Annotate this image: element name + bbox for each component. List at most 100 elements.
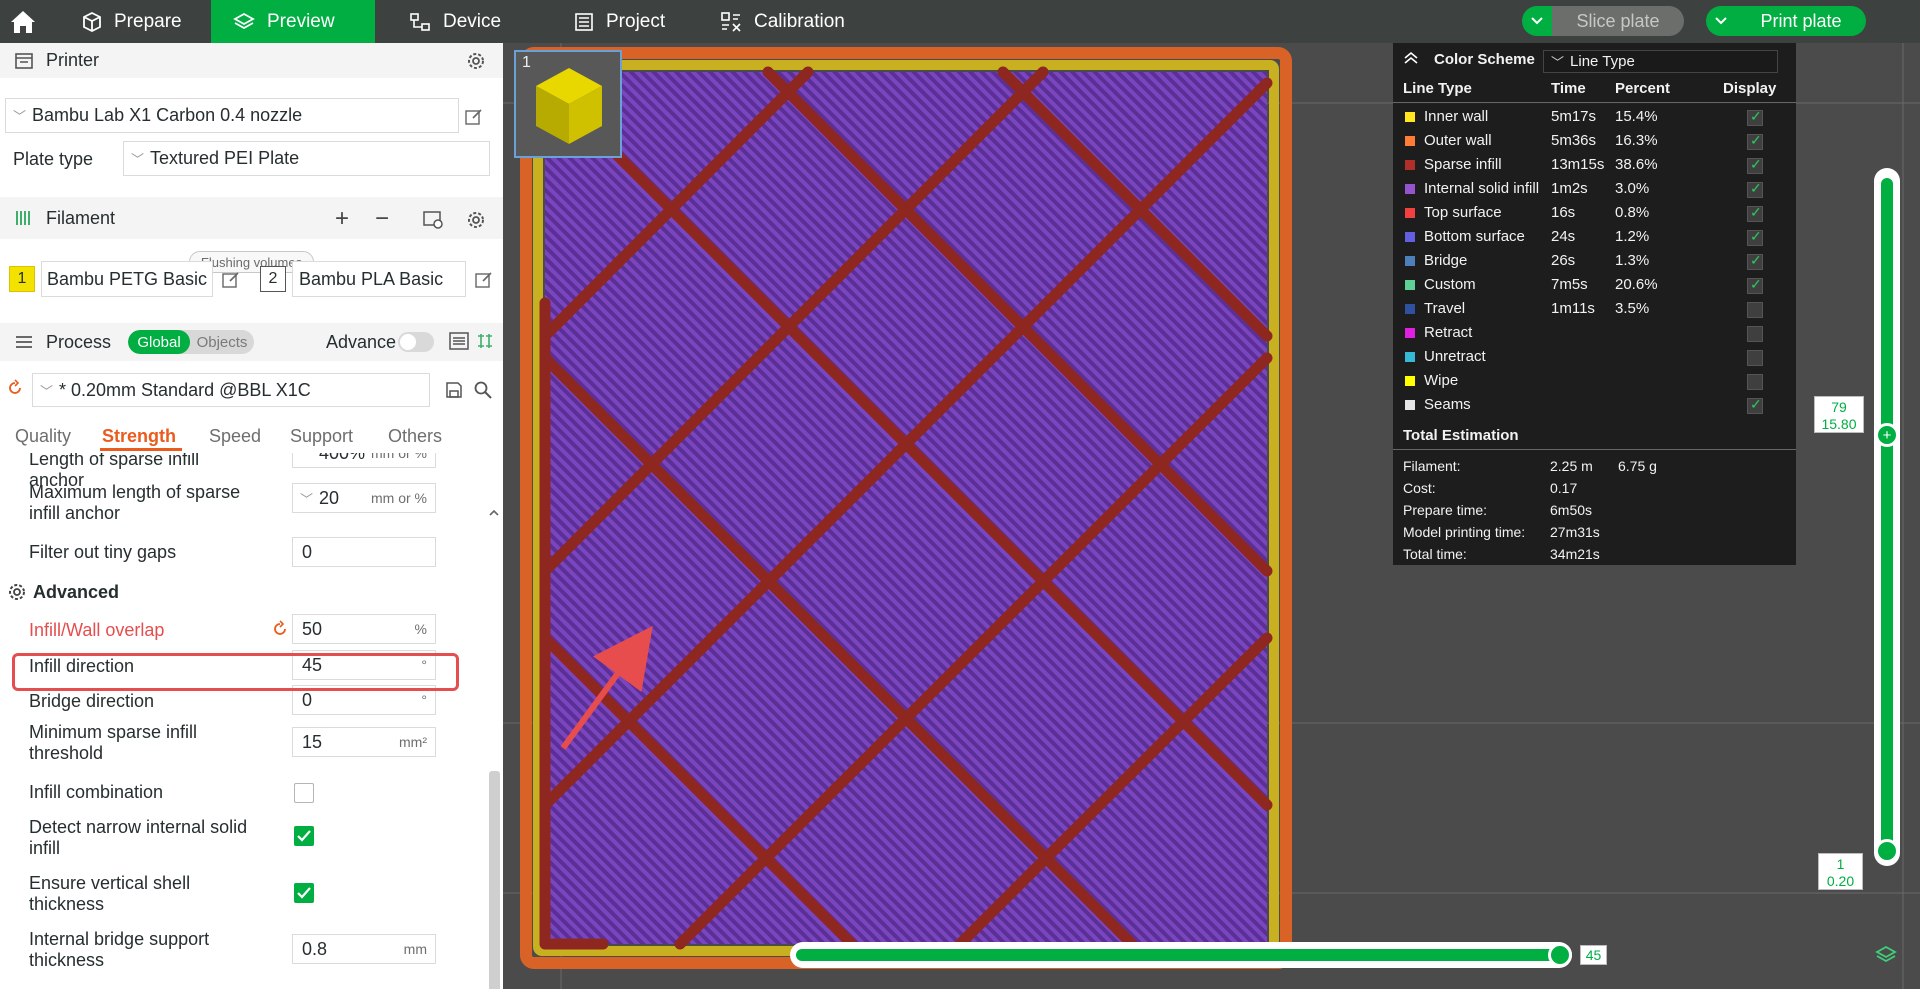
cube-model-icon: [536, 68, 602, 144]
legend-percent: 16.3%: [1615, 132, 1658, 149]
legend-display-checkbox[interactable]: [1747, 350, 1763, 366]
max-anchor-input[interactable]: ﹀ 20 mm or %: [292, 483, 436, 513]
bridge-direction-label: Bridge direction: [29, 691, 155, 711]
legend-display-checkbox[interactable]: [1747, 396, 1763, 414]
filament-1-swatch[interactable]: 1: [9, 266, 35, 292]
infill-wall-overlap-label: Infill/Wall overlap: [29, 620, 165, 640]
reset-overlap-button[interactable]: [270, 619, 290, 639]
tab-speed[interactable]: Speed: [209, 426, 261, 447]
legend-display-checkbox[interactable]: [1747, 204, 1763, 222]
bridge-support-unit: mm: [403, 941, 427, 957]
bridge-direction-value: 0: [302, 689, 313, 710]
legend-swatch: [1405, 328, 1415, 338]
chevron-down-icon: ﹀: [1551, 55, 1565, 70]
plate-thumbnail[interactable]: 1: [514, 50, 622, 158]
bridge-support-input[interactable]: 0.8 mm: [292, 934, 436, 964]
min-sparse-input[interactable]: 15 mm²: [292, 727, 436, 757]
active-tab-indicator: [100, 448, 182, 451]
sparse-anchor-input[interactable]: ﹀ 400% mm or %: [292, 453, 436, 468]
remove-filament-button[interactable]: −: [370, 205, 394, 232]
collapse-legend-button[interactable]: [1402, 49, 1420, 67]
sync-filament-button[interactable]: [421, 208, 445, 232]
legend-display-checkbox[interactable]: [1747, 228, 1763, 246]
move-slider-range: [796, 949, 1560, 961]
tiny-gaps-input[interactable]: 0: [292, 537, 436, 567]
vertical-shell-checkbox[interactable]: [294, 883, 314, 903]
global-option[interactable]: Global: [128, 330, 190, 354]
legend-display-checkbox[interactable]: [1747, 374, 1763, 390]
tab-device[interactable]: Device: [387, 0, 537, 43]
filament-2-swatch[interactable]: 2: [260, 266, 286, 292]
legend-display-checkbox[interactable]: [1747, 132, 1763, 150]
process-preset-select[interactable]: ﹀ * 0.20mm Standard @BBL X1C: [32, 373, 430, 407]
save-preset-button[interactable]: [443, 379, 465, 401]
search-button[interactable]: [472, 379, 494, 401]
printer-settings-button[interactable]: [464, 49, 488, 73]
legend-percent: 1.3%: [1615, 252, 1650, 269]
global-objects-toggle[interactable]: Global Objects: [128, 330, 254, 354]
legend-percent: 38.6%: [1615, 156, 1658, 173]
home-button[interactable]: [0, 0, 45, 43]
infill-combination-checkbox[interactable]: [294, 783, 314, 803]
filament-2-select[interactable]: Bambu PLA Basic: [292, 261, 466, 297]
filament-settings-button[interactable]: [464, 208, 488, 232]
legend-row: Seams: [1393, 393, 1796, 417]
narrow-solid-checkbox[interactable]: [294, 826, 314, 846]
edit-icon: [465, 109, 482, 125]
total-value: 6m50s: [1550, 502, 1593, 518]
filament-1-select[interactable]: Bambu PETG Basic: [41, 261, 213, 297]
plate-type-select[interactable]: ﹀ Textured PEI Plate: [123, 141, 490, 176]
list-view-button[interactable]: [448, 330, 470, 352]
legend-display-checkbox[interactable]: [1747, 108, 1763, 126]
tab-calibration[interactable]: Calibration: [698, 0, 868, 43]
legend-time: 5m17s: [1551, 108, 1597, 125]
legend-display-checkbox[interactable]: [1747, 276, 1763, 294]
layers-toggle-button[interactable]: [1874, 943, 1898, 967]
legend-row: Sparse infill 13m15s 38.6%: [1393, 153, 1796, 177]
bottom-layer-label: 1 0.20: [1818, 853, 1863, 890]
tab-strength[interactable]: Strength: [102, 426, 176, 447]
tab-prepare[interactable]: Prepare: [60, 0, 210, 43]
chevron-up-icon: [1404, 51, 1418, 64]
compare-button[interactable]: [474, 330, 496, 352]
tab-project[interactable]: Project: [552, 0, 702, 43]
edit-filament-1-button[interactable]: [219, 268, 243, 292]
edit-printer-button[interactable]: [462, 105, 486, 129]
tab-quality[interactable]: Quality: [15, 426, 71, 447]
layer-slider-top-handle[interactable]: +: [1875, 423, 1899, 447]
slice-plate-button[interactable]: Slice plate: [1552, 6, 1684, 36]
legend-display-checkbox[interactable]: [1747, 326, 1763, 342]
print-dropdown-button[interactable]: [1706, 6, 1736, 36]
chevron-up-icon: [489, 509, 499, 516]
min-sparse-value: 15: [302, 731, 323, 752]
infill-wall-overlap-input[interactable]: 50 %: [292, 614, 436, 644]
legend-display-checkbox[interactable]: [1747, 156, 1763, 174]
printer-title: Printer: [46, 50, 100, 70]
move-slider-handle[interactable]: [1548, 943, 1572, 967]
print-plate-button[interactable]: Print plate: [1736, 6, 1866, 36]
params-scrollbar[interactable]: [487, 508, 501, 989]
objects-option[interactable]: Objects: [190, 330, 254, 354]
legend-display-checkbox[interactable]: [1747, 180, 1763, 198]
color-scheme-select[interactable]: ﹀ Line Type: [1543, 50, 1778, 73]
reset-preset-button[interactable]: [5, 378, 25, 398]
slice-dropdown-button[interactable]: [1522, 6, 1552, 36]
tab-preview[interactable]: Preview: [211, 0, 375, 43]
printer-select[interactable]: ﹀ Bambu Lab X1 Carbon 0.4 nozzle: [5, 98, 459, 133]
layer-slider-bottom-handle[interactable]: [1875, 839, 1899, 863]
advanced-heading: Advanced: [33, 582, 120, 602]
chevron-down-icon: [1715, 17, 1727, 25]
header-display: Display: [1723, 80, 1777, 97]
legend-display-checkbox[interactable]: [1747, 252, 1763, 270]
advance-switch[interactable]: [398, 332, 434, 352]
tab-others[interactable]: Others: [388, 426, 442, 447]
scrollbar-thumb[interactable]: [489, 771, 500, 989]
legend-row: Travel 1m11s 3.5%: [1393, 297, 1796, 321]
edit-filament-2-button[interactable]: [472, 268, 496, 292]
total-label: Prepare time:: [1403, 502, 1488, 518]
search-icon: [474, 381, 492, 399]
tab-support[interactable]: Support: [290, 426, 353, 447]
tab-prepare-label: Prepare: [114, 10, 182, 32]
legend-display-checkbox[interactable]: [1747, 302, 1763, 318]
add-filament-button[interactable]: +: [330, 205, 354, 232]
